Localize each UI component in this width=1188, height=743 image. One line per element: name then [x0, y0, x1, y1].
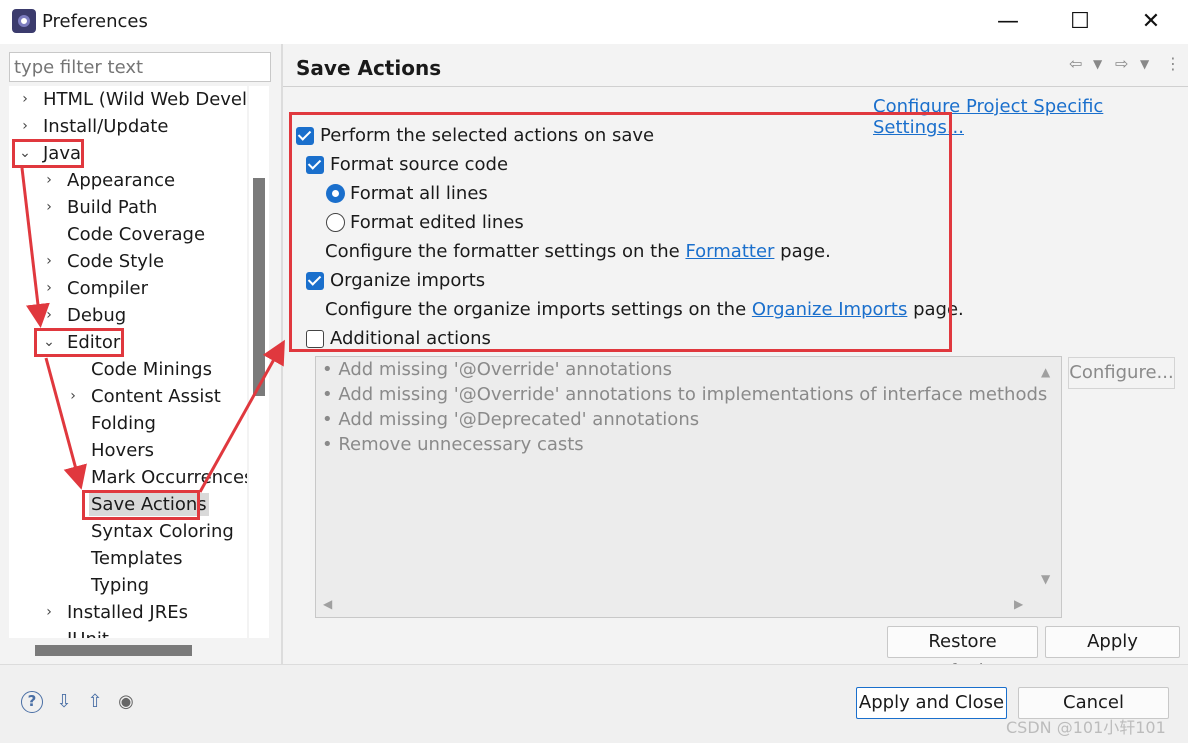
arrow-java-to-editor: [20, 167, 50, 328]
arrow-save-actions-to-options: [198, 339, 285, 493]
annotation-arrows: [20, 167, 285, 493]
arrow-editor-to-save-actions: [44, 357, 87, 490]
